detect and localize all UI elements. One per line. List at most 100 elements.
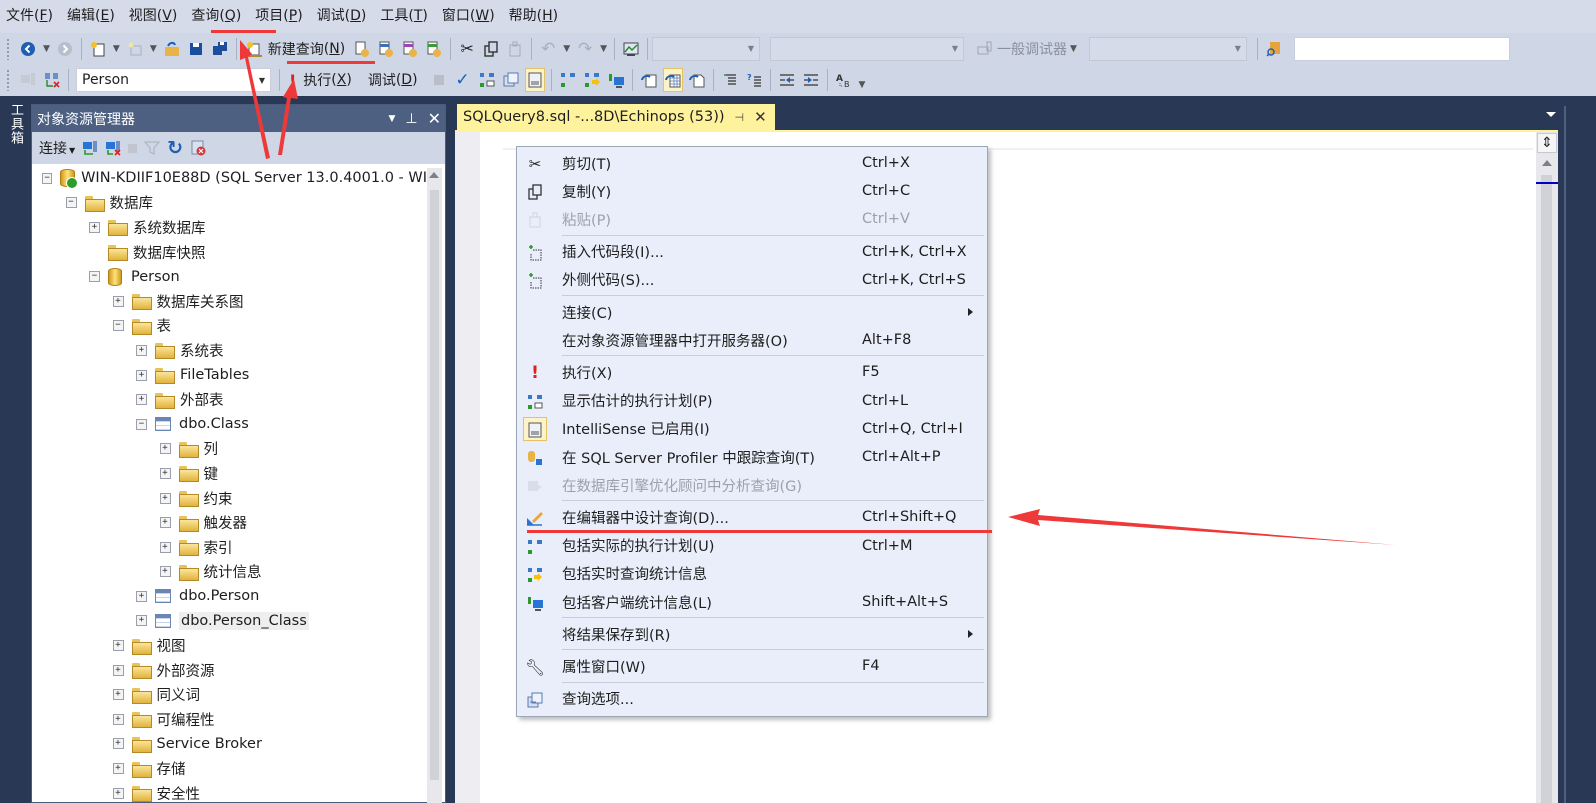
display-estimated-plan-button[interactable]: [477, 68, 497, 92]
disconnect-icon[interactable]: [105, 140, 121, 156]
menu-item-d[interactable]: 调试(D): [316, 0, 376, 33]
expand-icon[interactable]: +: [112, 763, 124, 775]
expand-icon[interactable]: +: [136, 344, 147, 356]
context-menu-item[interactable]: 包括客户端统计信息(L) Shift+Alt+S: [517, 588, 987, 616]
tree-node[interactable]: + 统计信息: [32, 560, 427, 585]
toolbar-grip[interactable]: [6, 69, 10, 91]
comment-out-button[interactable]: [720, 68, 740, 92]
cut-button[interactable]: ✂: [457, 37, 477, 61]
connect-button[interactable]: [18, 68, 38, 92]
pin-icon[interactable]: ⊥: [405, 111, 417, 127]
results-to-text-button[interactable]: [639, 68, 659, 92]
expand-icon[interactable]: +: [159, 517, 171, 529]
tree-node[interactable]: + 列: [32, 437, 427, 462]
activity-monitor-button[interactable]: [621, 37, 641, 61]
tab-overflow-dropdown-icon[interactable]: [1546, 112, 1556, 117]
execute-button[interactable]: ! 执行 (X): [286, 68, 355, 92]
forward-button[interactable]: [55, 37, 75, 61]
paste-button[interactable]: [505, 37, 525, 61]
toolbox-tab[interactable]: 工具箱: [6, 103, 25, 145]
context-menu-item[interactable]: 复制(Y) Ctrl+C: [517, 177, 987, 205]
include-actual-plan-button[interactable]: [558, 68, 578, 92]
stop-icon[interactable]: [128, 143, 138, 153]
tree-node[interactable]: + 系统数据库: [32, 215, 427, 240]
find-in-files-button[interactable]: [1264, 37, 1284, 61]
query-designer-button[interactable]: [501, 68, 521, 92]
expand-icon[interactable]: +: [136, 615, 147, 627]
context-menu-item[interactable]: 外侧代码(S)... Ctrl+K, Ctrl+S: [517, 266, 987, 294]
tree-node[interactable]: + 安全性: [32, 781, 427, 803]
expand-icon[interactable]: +: [112, 295, 124, 307]
tree-node[interactable]: − WIN-KDIIF10E88D (SQL Server 13.0.4001.0…: [32, 166, 427, 191]
scrollbar-track[interactable]: [1541, 175, 1552, 803]
tree-node[interactable]: + FileTables: [32, 363, 427, 388]
tree-node[interactable]: + 可编程性: [32, 707, 427, 732]
tree-node[interactable]: + 索引: [32, 535, 427, 560]
context-menu-item[interactable]: 连接(C): [517, 298, 987, 326]
undo-button[interactable]: ↶: [538, 37, 558, 61]
back-dropdown-icon[interactable]: ▼: [43, 44, 50, 54]
expand-icon[interactable]: +: [112, 787, 124, 799]
context-menu-item[interactable]: 将结果保存到(R): [517, 620, 987, 648]
db-engine-query-button[interactable]: [352, 37, 372, 61]
tree-node[interactable]: + dbo.Person: [32, 584, 427, 609]
context-menu-item[interactable]: 插入代码段(I)... Ctrl+K, Ctrl+X: [517, 238, 987, 266]
context-menu-item[interactable]: 🔧︎ 属性窗口(W) F4: [517, 652, 987, 680]
activity-monitor-stop-icon[interactable]: [190, 140, 206, 156]
parse-button[interactable]: ✓: [453, 68, 473, 92]
collapse-icon[interactable]: −: [42, 172, 53, 184]
tree-node[interactable]: − dbo.Class: [32, 412, 427, 437]
change-connection-button[interactable]: [42, 68, 62, 92]
collapse-icon[interactable]: −: [89, 271, 100, 283]
uncomment-button[interactable]: ?: [744, 68, 764, 92]
tree-node[interactable]: + 同义词: [32, 682, 427, 707]
editor-vertical-scrollbar[interactable]: ⇕: [1536, 132, 1558, 803]
menu-item-h[interactable]: 帮助(H): [508, 0, 567, 33]
undo-dropdown-icon[interactable]: ▼: [563, 44, 570, 54]
save-button[interactable]: [186, 37, 206, 61]
expand-icon[interactable]: +: [159, 566, 171, 578]
menu-item-p[interactable]: 项目(P): [254, 0, 311, 33]
dmx-query-button[interactable]: [400, 37, 420, 61]
expand-icon[interactable]: +: [112, 738, 124, 750]
context-menu-item[interactable]: 在 SQL Server Profiler 中跟踪查询(T) Ctrl+Alt+P: [517, 443, 987, 471]
expand-icon[interactable]: +: [159, 492, 171, 504]
toolbar-grip[interactable]: [6, 37, 10, 60]
connect-dropdown-button[interactable]: 连接 ▼: [39, 138, 75, 158]
scroll-up-icon[interactable]: [1542, 160, 1552, 166]
tree-node[interactable]: + 数据库关系图: [32, 289, 427, 314]
context-menu-item[interactable]: IntelliSense 已启用(I) Ctrl+Q, Ctrl+I: [517, 415, 987, 443]
redo-dropdown-icon[interactable]: ▼: [600, 44, 607, 54]
tree-node[interactable]: − 数据库: [32, 191, 427, 216]
expand-icon[interactable]: +: [112, 640, 124, 652]
menu-item-f[interactable]: 文件(F): [5, 0, 62, 33]
redo-button[interactable]: ↷: [575, 37, 595, 61]
intellisense-toggle[interactable]: [524, 68, 545, 92]
new-project-button[interactable]: [88, 37, 108, 61]
new-project-dropdown-icon[interactable]: ▼: [113, 44, 120, 54]
add-item-button[interactable]: [125, 37, 145, 61]
expand-icon[interactable]: +: [136, 590, 147, 602]
expand-icon[interactable]: +: [159, 443, 171, 455]
tree-node[interactable]: + dbo.Person_Class: [32, 609, 427, 634]
menu-item-w[interactable]: 窗口(W): [441, 0, 504, 33]
debug-target-dropdown[interactable]: ▼: [1088, 36, 1247, 61]
collapse-icon[interactable]: −: [136, 418, 147, 430]
collapse-icon[interactable]: −: [65, 197, 77, 209]
tree-node[interactable]: + 系统表: [32, 338, 427, 363]
close-tab-icon[interactable]: ✕: [754, 108, 767, 126]
specify-template-values-button[interactable]: AB: [834, 68, 854, 92]
close-icon[interactable]: ✕: [428, 109, 441, 128]
include-client-stats-button[interactable]: [606, 68, 626, 92]
solution-config-dropdown[interactable]: ▼: [652, 36, 761, 61]
collapse-icon[interactable]: −: [112, 320, 124, 332]
pin-tab-icon[interactable]: ⊣: [735, 111, 745, 124]
context-menu-item[interactable]: 在数据库引擎优化顾问中分析查询(G): [517, 471, 987, 499]
context-menu-item[interactable]: ✂ 剪切(T) Ctrl+X: [517, 149, 987, 177]
cancel-query-button[interactable]: [429, 68, 449, 92]
context-menu-item[interactable]: 显示估计的执行计划(P) Ctrl+L: [517, 387, 987, 415]
available-databases-dropdown[interactable]: Person ▼: [76, 68, 271, 92]
tree-node[interactable]: + 存储: [32, 756, 427, 781]
results-to-file-button[interactable]: [687, 68, 707, 92]
tree-node[interactable]: + 外部资源: [32, 658, 427, 683]
